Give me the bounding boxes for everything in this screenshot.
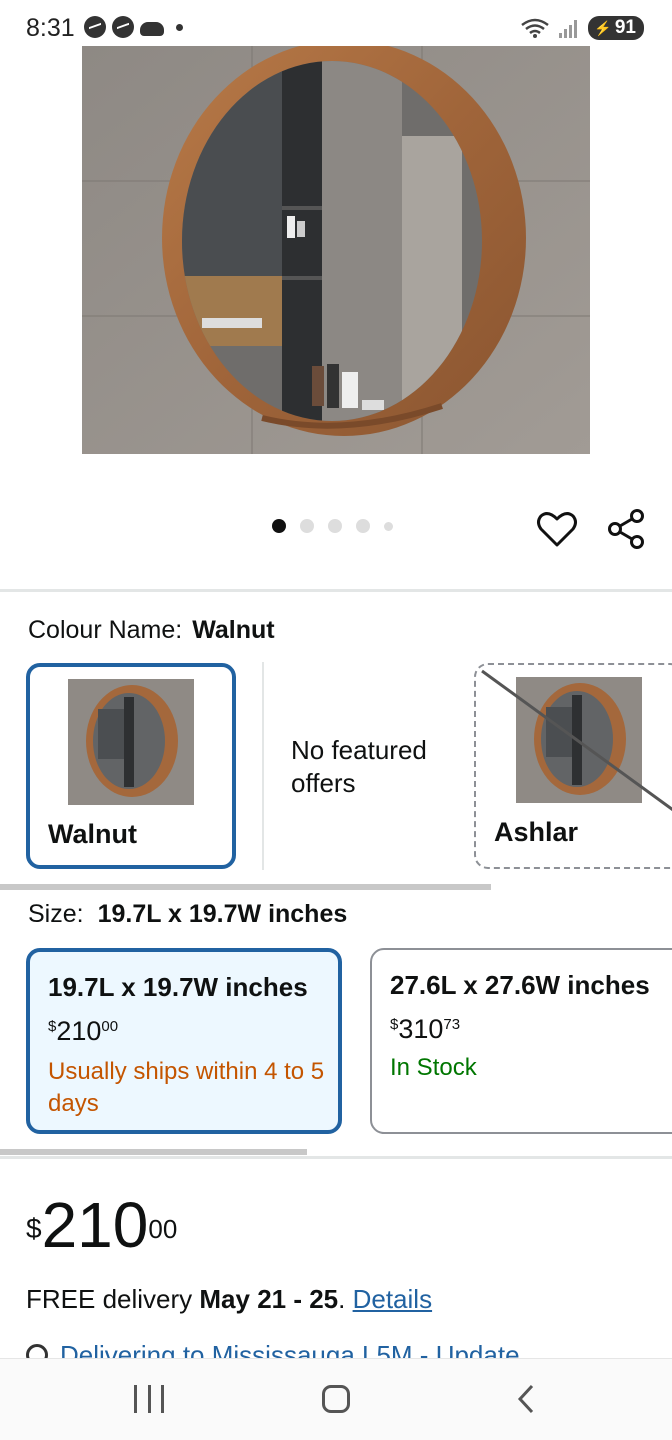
messenger-icon: [112, 16, 134, 38]
status-time: 8:31: [26, 14, 75, 42]
colour-option-label: Walnut: [48, 819, 137, 849]
deliver-to-text: Delivering to Mississauga L5M - Update: [60, 1340, 520, 1358]
delivery-date: May 21 - 25: [199, 1284, 339, 1314]
carousel-dot[interactable]: [272, 519, 286, 533]
size-selected-value: 19.7L x 19.7W inches: [97, 900, 348, 928]
size-option-price: $21000: [48, 1016, 118, 1047]
colour-scroll-indicator: [0, 884, 491, 890]
mirror-illustration: [82, 46, 590, 454]
section-divider: [0, 1156, 672, 1159]
notification-icons: [84, 16, 183, 38]
wifi-icon: [521, 18, 550, 38]
colour-option-walnut[interactable]: Walnut: [26, 663, 236, 869]
currency-symbol: $: [48, 1018, 57, 1035]
price-whole: 210: [56, 1016, 102, 1046]
size-option-title: 19.7L x 19.7W inches: [48, 972, 308, 1002]
price-fraction: 00: [148, 1214, 178, 1244]
recent-apps-icon[interactable]: [134, 1385, 164, 1413]
battery-icon: ⚡ 91: [588, 16, 644, 40]
colour-selected-value: Walnut: [192, 616, 275, 644]
colour-thumbnail: [68, 679, 194, 805]
colour-option-label: Ashlar: [494, 817, 579, 847]
delivery-suffix: .: [338, 1284, 353, 1314]
deliver-to-location[interactable]: Delivering to Mississauga L5M - Update: [26, 1340, 646, 1358]
share-icon[interactable]: [606, 508, 648, 550]
product-price: $21000: [26, 1190, 177, 1260]
price-fraction: 73: [443, 1016, 461, 1033]
signal-icon: [559, 20, 578, 38]
delivery-info: FREE delivery May 21 - 25. Details: [26, 1284, 432, 1315]
colour-separator: [262, 662, 264, 870]
currency-symbol: $: [390, 1016, 399, 1033]
system-navigation-bar: [0, 1358, 672, 1440]
price-whole: 210: [41, 1189, 149, 1261]
carousel-dot[interactable]: [328, 519, 342, 533]
battery-level: 91: [614, 17, 636, 38]
price-fraction: 00: [101, 1018, 119, 1035]
section-divider: [0, 589, 672, 592]
system-icons: ⚡ 91: [520, 16, 644, 40]
notification-dot-icon: [176, 23, 183, 31]
no-featured-offers-text: No featured offers: [291, 735, 427, 798]
size-option-title: 27.6L x 27.6W inches: [390, 970, 650, 1000]
colour-label: Colour Name: Walnut: [28, 616, 275, 645]
size-label-text: Size:: [28, 900, 84, 928]
colour-option-ashlar[interactable]: Ashlar: [474, 663, 672, 869]
product-image[interactable]: [82, 46, 590, 454]
messenger-icon: [84, 16, 106, 38]
back-icon[interactable]: [512, 1383, 542, 1415]
location-pin-icon: [26, 1344, 48, 1358]
carousel-dot[interactable]: [356, 519, 370, 533]
size-option-availability: In Stock: [390, 1054, 477, 1081]
carousel-dot[interactable]: [300, 519, 314, 533]
colour-label-text: Colour Name:: [28, 616, 183, 644]
heart-icon[interactable]: [536, 508, 578, 550]
delivery-prefix: FREE delivery: [26, 1284, 200, 1314]
size-option-availability: Usually ships within 4 to 5 days: [48, 1058, 325, 1117]
size-option-19-7[interactable]: 19.7L x 19.7W inches $21000 Usually ship…: [26, 948, 342, 1134]
price-whole: 310: [398, 1014, 444, 1044]
carousel-dot[interactable]: [384, 521, 393, 531]
image-carousel-dots[interactable]: [272, 519, 393, 533]
size-option-27-6[interactable]: 27.6L x 27.6W inches $31073 In Stock: [370, 948, 672, 1134]
size-label: Size: 19.7L x 19.7W inches: [28, 900, 347, 929]
delivery-details-link[interactable]: Details: [353, 1284, 432, 1314]
cloud-icon: [140, 22, 164, 36]
size-option-price: $31073: [390, 1014, 460, 1045]
size-scroll-indicator: [0, 1149, 307, 1155]
home-icon[interactable]: [322, 1385, 350, 1413]
currency-symbol: $: [26, 1213, 42, 1244]
